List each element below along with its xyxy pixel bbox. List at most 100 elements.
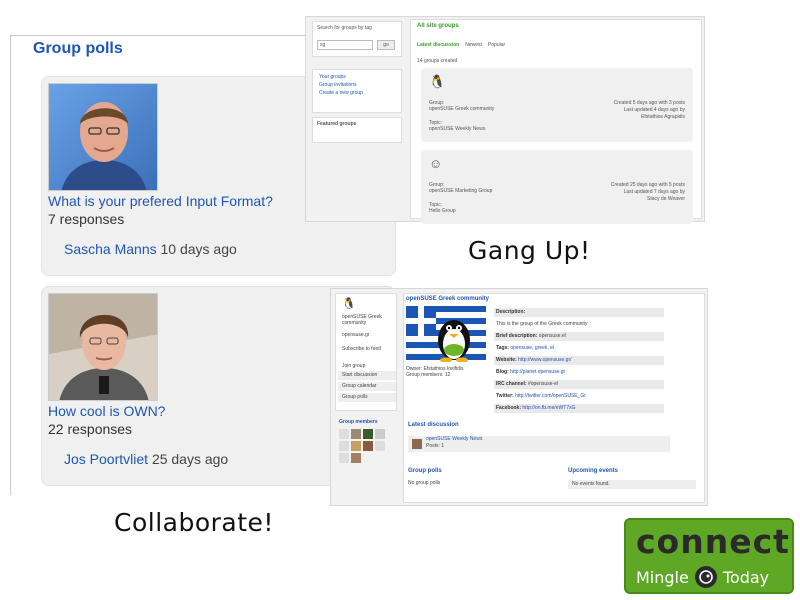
created-text: Created 25 days ago with 5 posts	[610, 182, 685, 188]
topic-name: Hello Group	[429, 208, 456, 214]
group-calendar-link[interactable]: Group calendar	[338, 382, 396, 391]
groups-main: All site groups Latest discussion Newest…	[410, 19, 702, 224]
tab-latest-discussion[interactable]: Latest discussion	[417, 42, 459, 48]
detail-row: Description:	[494, 308, 664, 317]
smiley-icon: ☺	[429, 156, 443, 171]
group-invitations-link[interactable]: Group invitations	[319, 82, 395, 88]
logo-tagline: Mingle Today	[636, 566, 769, 588]
featured-groups-label: Featured groups	[317, 121, 357, 127]
poll-age: 10 days ago	[160, 241, 237, 257]
updated-text: Last updated 7 days ago by	[623, 189, 685, 195]
poll-author: Jos Poortvliet 25 days ago	[64, 451, 228, 467]
group-meta: Created 5 days ago with 3 posts Last upd…	[614, 100, 685, 121]
author-photo	[48, 83, 158, 191]
group-owner-info: Owner: Efstathios Iosifidis Group member…	[406, 366, 464, 378]
detail-row: Blog: http://planet.opensuse.gr	[496, 369, 566, 375]
avatar[interactable]	[375, 441, 385, 451]
start-discussion-link[interactable]: Start discussion	[338, 371, 396, 380]
mingle-text: Mingle	[636, 567, 689, 587]
poll-response-count: 7 responses	[48, 211, 125, 227]
avatar	[412, 439, 422, 449]
sidebar-group-url[interactable]: opensuse.gr	[342, 332, 370, 338]
group-polls-link[interactable]: Group polls	[338, 393, 396, 402]
group-details: Description: This is the group of the Gr…	[494, 308, 664, 416]
tag-search-input[interactable]: sg	[317, 40, 373, 50]
tab-popular[interactable]: Popular	[488, 42, 505, 48]
group-page-screenshot: 🐧 openSUSE Greek community opensuse.gr S…	[330, 288, 708, 506]
detail-row: Brief description: opensuse.el	[494, 332, 664, 341]
members-count: Group members: 12	[406, 372, 451, 378]
author-link[interactable]: Jos Poortvliet	[64, 451, 148, 467]
search-go-button[interactable]: go	[377, 40, 395, 50]
no-polls-text: No group polls	[408, 480, 441, 486]
author-photo	[48, 293, 158, 401]
detail-row: Twitter: http://twitter.com/openSUSE_Gr	[496, 393, 586, 399]
featured-groups-box: Featured groups	[312, 117, 402, 143]
poll-age: 25 days ago	[151, 451, 229, 467]
group-meta: Created 25 days ago with 5 posts Last up…	[611, 182, 685, 203]
panel-title: Group polls	[33, 40, 123, 57]
greek-flag-tux-image	[406, 306, 486, 362]
group-name: openSUSE Greek community	[429, 106, 495, 112]
poll-author: Sascha Manns 10 days ago	[64, 241, 237, 257]
group-members-title: Group members	[339, 419, 378, 425]
all-site-groups-screenshot: Search for groups by tag sg go Your grou…	[305, 16, 705, 224]
your-groups-link[interactable]: Your groups	[319, 74, 395, 80]
search-label: Search for groups by tag	[317, 25, 372, 31]
poll-question-link[interactable]: How cool is OWN?	[48, 403, 165, 419]
detail-row: Facebook: http://on.fb.me/eWT7xG	[494, 404, 664, 413]
connect-logo: connect Mingle Today	[624, 518, 794, 594]
avatar[interactable]	[363, 429, 373, 439]
poll-response-count: 22 responses	[48, 421, 133, 437]
no-events-text: No events found.	[568, 480, 696, 489]
chameleon-icon	[694, 566, 717, 588]
discussion-posts: Posts: 1	[426, 443, 445, 449]
latest-discussion-title: Latest discussion	[408, 422, 459, 428]
join-group-link[interactable]: Join group	[338, 362, 396, 371]
avatar[interactable]	[339, 429, 349, 439]
created-text: Created 5 days ago with 3 posts	[613, 100, 685, 106]
topic-name: openSUSE Weekly News	[429, 126, 486, 132]
upcoming-events-title: Upcoming events	[568, 468, 619, 474]
connect-wordmark: connect	[636, 522, 790, 561]
avatar[interactable]	[339, 441, 349, 451]
collaborate-caption: Collaborate!	[114, 508, 274, 537]
avatar[interactable]	[339, 453, 349, 463]
updated-by: Efstathios Agrapidis	[641, 114, 685, 120]
avatar[interactable]	[351, 429, 361, 439]
member-avatars	[339, 429, 389, 463]
today-text: Today	[722, 567, 770, 587]
groups-count: 14 groups created	[417, 58, 458, 64]
detail-row: Website: http://www.opensuse.gr/	[494, 356, 664, 365]
group-links: Your groups Group invitations Create a n…	[312, 69, 402, 113]
updated-by: Stacy de Weaver	[647, 196, 685, 202]
groups-tabs: Latest discussion Newest Popular	[417, 42, 505, 48]
subscribe-feed-link[interactable]: Subscribe to feed	[342, 346, 381, 352]
group-sidebar: 🐧 openSUSE Greek community opensuse.gr S…	[335, 293, 397, 411]
discussion-item[interactable]: openSUSE Weekly News Posts: 1	[408, 436, 670, 452]
group-title: openSUSE Greek community	[406, 296, 490, 302]
create-group-link[interactable]: Create a new group	[319, 90, 395, 96]
group-search-box: Search for groups by tag sg go	[312, 21, 402, 57]
group-name: openSUSE Marketing Group	[429, 188, 493, 194]
detail-row: This is the group of the Greek community	[496, 321, 588, 327]
group-list-item[interactable]: 🐧 Group: openSUSE Greek community Topic:…	[421, 68, 693, 142]
poll-question-link[interactable]: What is your prefered Input Format?	[48, 193, 273, 209]
detail-row: IRC channel: #opensuse-el	[494, 380, 664, 389]
sidebar-group-name: openSUSE Greek community	[342, 314, 382, 326]
group-list-item[interactable]: ☺ Group: openSUSE Marketing Group Topic:…	[421, 150, 693, 224]
updated-text: Last updated 4 days ago by	[623, 107, 685, 113]
avatar[interactable]	[351, 453, 361, 463]
tux-icon: 🐧	[342, 298, 356, 310]
author-link[interactable]: Sascha Manns	[64, 241, 157, 257]
avatar[interactable]	[363, 441, 373, 451]
groups-title: All site groups	[417, 23, 459, 29]
tab-newest[interactable]: Newest	[465, 42, 482, 48]
group-polls-title: Group polls	[408, 468, 442, 474]
discussion-link[interactable]: openSUSE Weekly News	[426, 436, 670, 443]
avatar[interactable]	[351, 441, 361, 451]
avatar[interactable]	[375, 429, 385, 439]
detail-row: Tags: opensuse, greek, el	[496, 345, 554, 351]
gang-up-caption: Gang Up!	[468, 236, 591, 265]
tux-icon: 🐧	[429, 74, 446, 89]
